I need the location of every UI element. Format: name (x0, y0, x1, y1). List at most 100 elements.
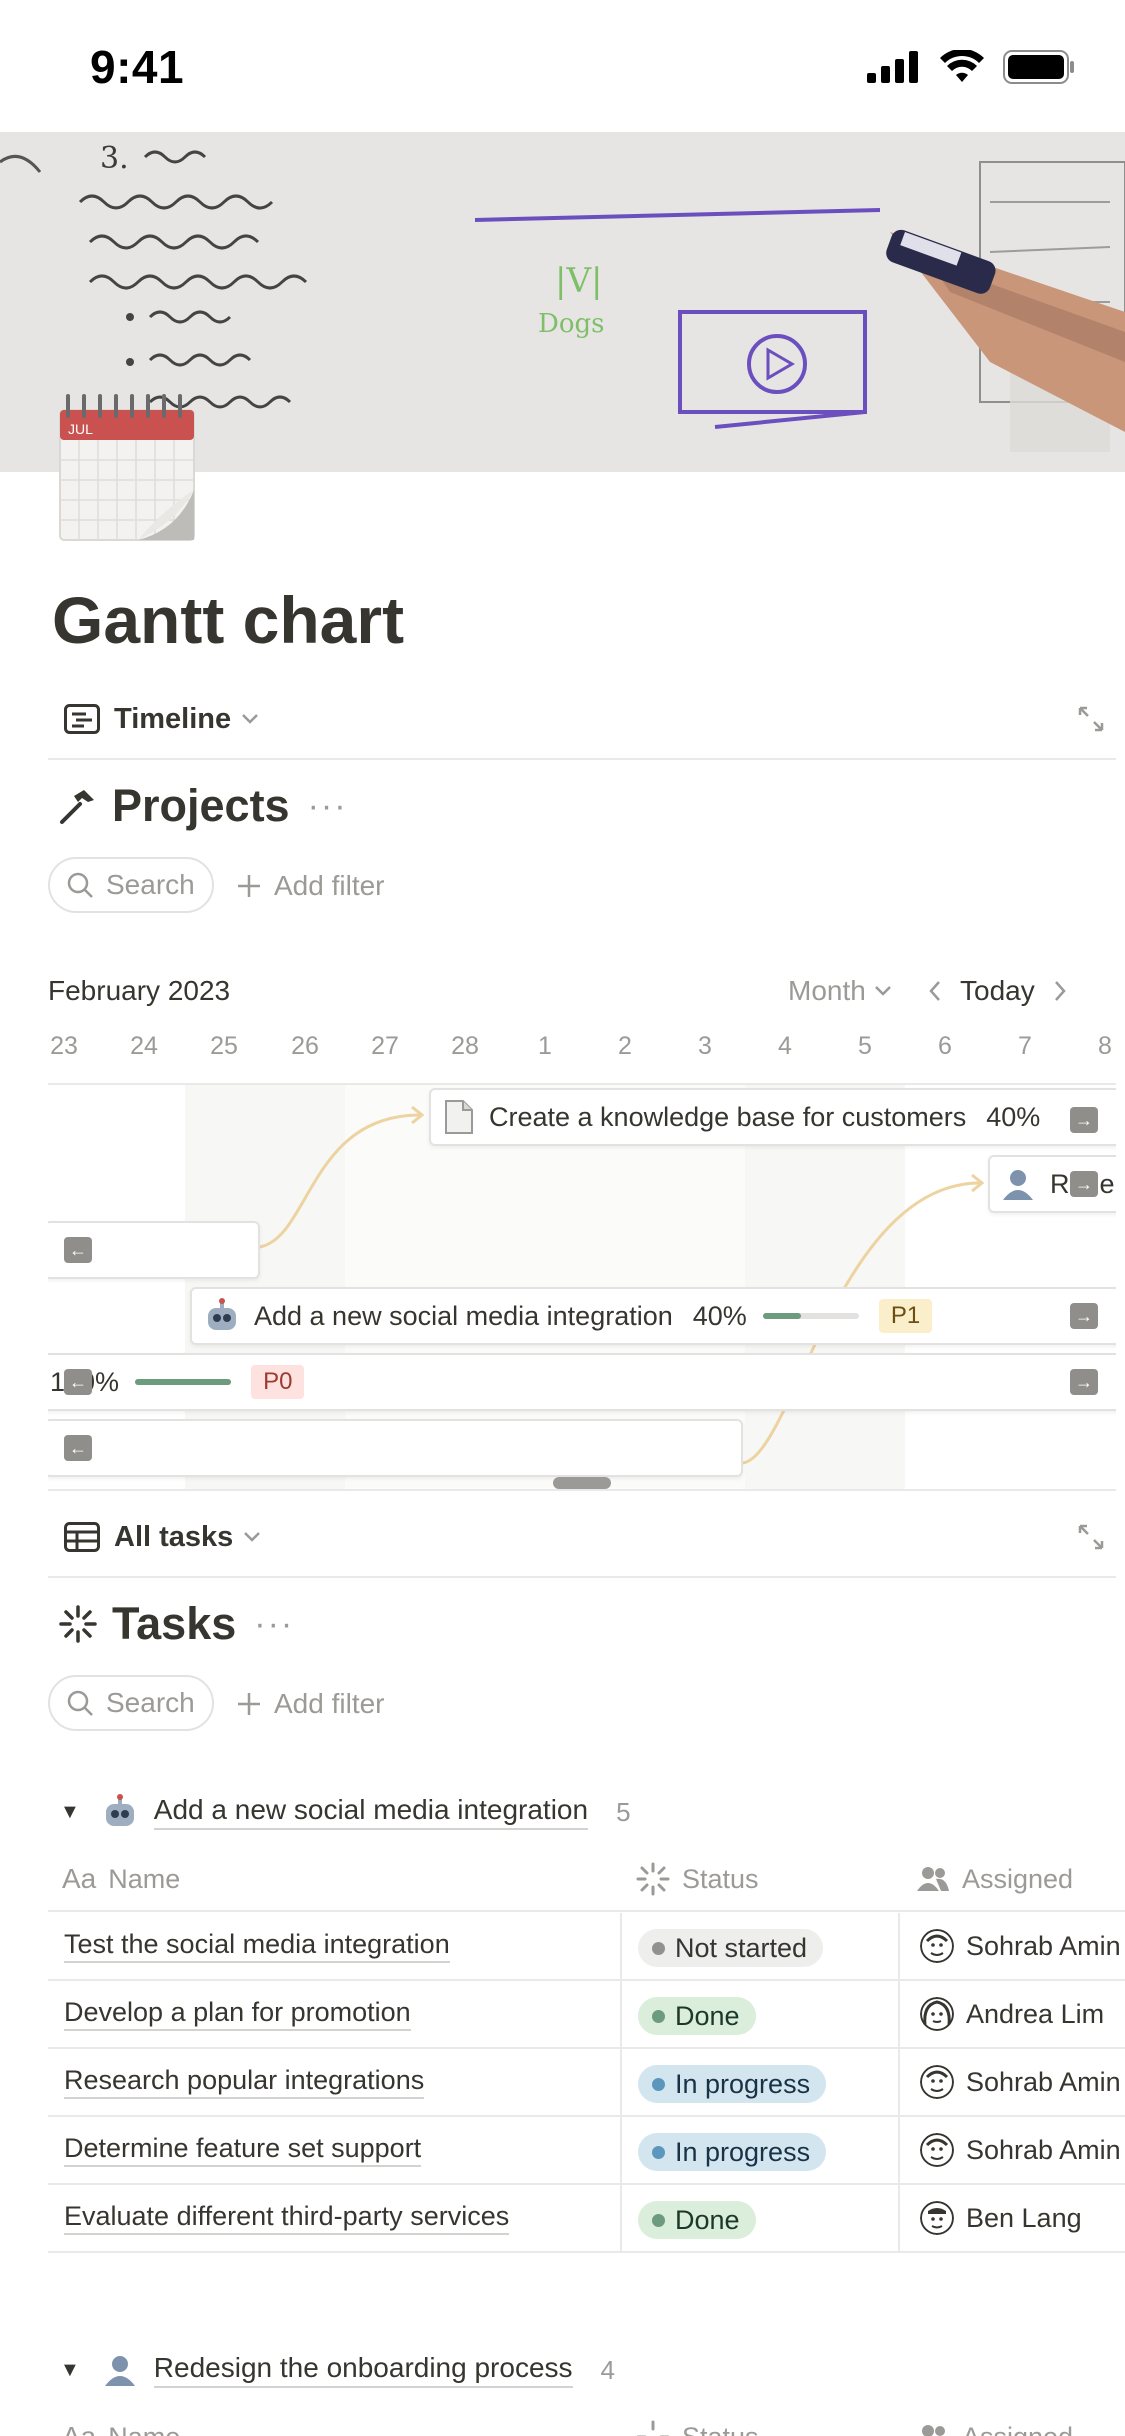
timeline-body[interactable]: Create a knowledge base for customers 40… (48, 1083, 1116, 1491)
table-header: Aa Name Status Assigned (48, 1846, 1125, 1912)
day-label: 23 (50, 1032, 78, 1060)
status-text: In progress (675, 2068, 811, 2099)
assignee[interactable]: Ben Lang (920, 2185, 1082, 2251)
status-badge[interactable]: Done (638, 2201, 756, 2239)
assignee[interactable]: Andrea Lim (920, 1981, 1104, 2047)
column-divider (898, 1981, 900, 2049)
calendar-icon[interactable]: JUL (58, 390, 198, 545)
table-row[interactable]: Research popular integrations In progres… (48, 2049, 1125, 2117)
arrow-left-icon[interactable]: ← (64, 1369, 92, 1395)
expand-icon[interactable] (1076, 1522, 1106, 1552)
day-label: 25 (210, 1032, 238, 1060)
task-name[interactable]: Research popular integrations (64, 2049, 425, 2115)
task-name[interactable]: Determine feature set support (64, 2117, 422, 2183)
timeline-nav: Today (928, 975, 1067, 1007)
status-badge[interactable]: In progress (638, 2065, 827, 2103)
arrow-right-icon[interactable]: → (1070, 1171, 1098, 1197)
column-label: Status (682, 2422, 759, 2436)
group-name[interactable]: Add a new social media integration (153, 1794, 589, 1830)
task-name[interactable]: Test the social media integration (64, 1913, 450, 1979)
status-text: Done (675, 2204, 740, 2235)
chevron-left-icon[interactable] (928, 980, 942, 1002)
assignee-name: Sohrab Amin (966, 1930, 1121, 1961)
column-header-status[interactable]: Status (636, 2404, 759, 2436)
today-button[interactable]: Today (960, 975, 1035, 1007)
people-property-icon (917, 1867, 949, 1891)
signal-icon (867, 51, 918, 83)
arrow-right-icon[interactable]: → (1070, 1369, 1098, 1395)
tasks-add-filter-button[interactable]: Add filter (236, 1688, 385, 1720)
arrow-left-icon[interactable]: ← (64, 1435, 92, 1461)
timeline-scrollbar[interactable] (553, 1477, 611, 1489)
group-name[interactable]: Redesign the onboarding process (153, 2352, 573, 2388)
search-icon (67, 1690, 93, 1716)
project-bar-knowledge-base[interactable]: Create a knowledge base for customers 40… (429, 1088, 1116, 1146)
plus-icon (238, 1693, 260, 1715)
more-options-icon[interactable]: ··· (254, 1605, 294, 1644)
expand-icon[interactable] (1076, 704, 1106, 734)
day-label: 27 (371, 1032, 399, 1060)
task-name[interactable]: Develop a plan for promotion (64, 1981, 411, 2047)
day-label: 28 (451, 1032, 479, 1060)
status-badge[interactable]: Done (638, 1997, 756, 2035)
group-header-social-media[interactable]: ▼ Add a new social media integration 5 (60, 1794, 631, 1830)
table-row[interactable]: Determine feature set support In progres… (48, 2117, 1125, 2185)
all-tasks-view-tab[interactable]: All tasks (48, 1498, 1116, 1578)
projects-add-filter-button[interactable]: Add filter (236, 870, 385, 902)
timeline-view-tab[interactable]: Timeline (48, 680, 1116, 760)
projects-heading: Projects ··· (58, 780, 348, 832)
day-label: 3 (698, 1032, 712, 1060)
avatar (920, 1929, 954, 1963)
view-label: All tasks (114, 1520, 234, 1553)
chevron-right-icon[interactable] (1053, 980, 1067, 1002)
group-header-onboarding[interactable]: ▼ Redesign the onboarding process 4 (60, 2352, 615, 2388)
status-badge[interactable]: Not started (638, 1929, 824, 1967)
tasks-heading: Tasks ··· (58, 1598, 294, 1650)
project-bar-social-media[interactable]: Add a new social media integration 40% P… (190, 1287, 1116, 1345)
column-divider (898, 2117, 900, 2185)
tasks-search-button[interactable]: Search (48, 1675, 214, 1731)
status-badge[interactable]: In progress (638, 2133, 827, 2171)
column-label: Assigned (962, 1863, 1074, 1894)
bar-percent: 40% (692, 1300, 747, 1331)
assignee[interactable]: Sohrab Amin (920, 1913, 1121, 1979)
projects-title: Projects (112, 780, 290, 831)
person-icon (1003, 1170, 1033, 1200)
column-label: Status (682, 1863, 759, 1894)
arrow-left-icon[interactable]: ← (64, 1237, 92, 1263)
arrow-right-icon[interactable]: → (1070, 1107, 1098, 1133)
text-property-icon: Aa (62, 2421, 96, 2436)
task-name-text: Develop a plan for promotion (64, 1997, 411, 2031)
assignee[interactable]: Sohrab Amin (920, 2049, 1121, 2115)
day-label: 4 (778, 1032, 792, 1060)
svg-text:JUL: JUL (68, 421, 93, 437)
projects-search-button[interactable]: Search (48, 857, 214, 913)
column-header-status[interactable]: Status (636, 1846, 759, 1912)
column-divider (898, 2185, 900, 2253)
timeline-zoom-select[interactable]: Month (788, 975, 892, 1007)
project-bar-next[interactable] (48, 1419, 743, 1477)
assignee[interactable]: Sohrab Amin (920, 2117, 1121, 2183)
column-header-assigned[interactable]: Assigned (916, 2404, 1073, 2436)
assignee-name: Sohrab Amin (966, 2134, 1121, 2165)
collapse-triangle-icon[interactable]: ▼ (60, 2359, 80, 2382)
search-label: Search (106, 869, 195, 900)
status-time: 9:41 (90, 41, 185, 93)
column-header-assigned[interactable]: Assigned (916, 1846, 1073, 1912)
column-header-name[interactable]: Aa Name (62, 1846, 180, 1912)
table-row[interactable]: Evaluate different third-party services … (48, 2185, 1125, 2253)
column-header-name[interactable]: Aa Name (62, 2404, 180, 2436)
table-row[interactable]: Develop a plan for promotion Done Andrea… (48, 1981, 1125, 2049)
more-options-icon[interactable]: ··· (308, 787, 348, 826)
project-bar-completed[interactable]: 100% P0 (48, 1353, 1116, 1411)
collapse-triangle-icon[interactable]: ▼ (60, 1801, 80, 1824)
task-name[interactable]: Evaluate different third-party services (64, 2185, 510, 2251)
svg-text:Dogs: Dogs (538, 309, 605, 339)
timeline-month: February 2023 (48, 975, 231, 1006)
table-row[interactable]: Test the social media integration Not st… (48, 1913, 1125, 1981)
text-property-icon: Aa (62, 1863, 97, 1894)
person-icon (104, 2356, 135, 2386)
timeline-days: 23 24 25 26 27 28 1 2 3 4 5 6 7 8 (0, 1032, 1125, 1068)
arrow-right-icon[interactable]: → (1070, 1303, 1098, 1329)
robot-icon (105, 1794, 134, 1826)
